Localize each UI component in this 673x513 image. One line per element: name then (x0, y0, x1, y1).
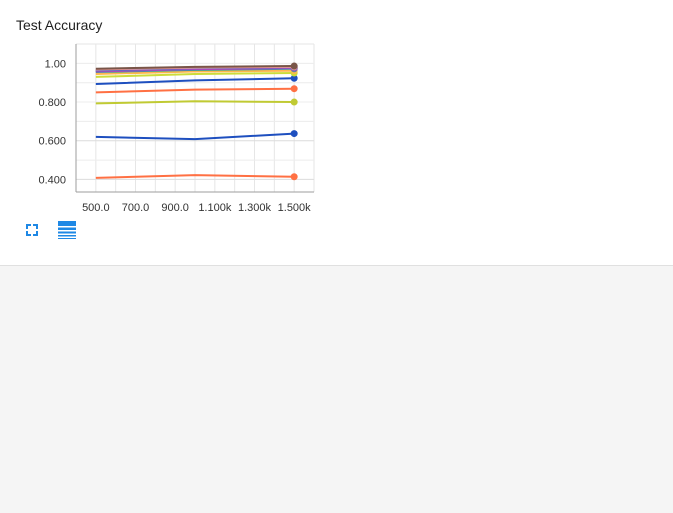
series-end-point (290, 173, 298, 181)
y-tick-label: 0.800 (38, 97, 66, 109)
series-end-point (290, 62, 298, 70)
x-tick-label: 1.100k (198, 202, 232, 214)
y-tick-label: 0.600 (38, 136, 66, 148)
y-tick-label: 1.00 (45, 58, 66, 70)
empty-content-area (0, 266, 673, 513)
series-end-point (290, 130, 298, 138)
x-tick-label: 500.0 (82, 202, 110, 214)
fullscreen-button[interactable] (22, 220, 42, 240)
line-chart: 0.400 0.600 0.800 1.00 500.0 700.0 900.0 1.100k… (38, 43, 315, 214)
chart-card: Test Accuracy 0.400 0.600 0.800 1.00 500.0 70… (0, 0, 673, 266)
x-tick-label: 1.300k (238, 202, 272, 214)
series-end-point (290, 85, 298, 93)
x-tick-label: 700.0 (122, 202, 150, 214)
x-tick-label: 1.500k (278, 202, 312, 214)
x-tick-label: 900.0 (161, 202, 189, 214)
series-end-point (290, 98, 298, 106)
data-table-button[interactable] (57, 220, 77, 240)
y-tick-label: 0.400 (38, 174, 66, 186)
fullscreen-icon (26, 224, 38, 236)
data-table-icon (58, 221, 76, 239)
